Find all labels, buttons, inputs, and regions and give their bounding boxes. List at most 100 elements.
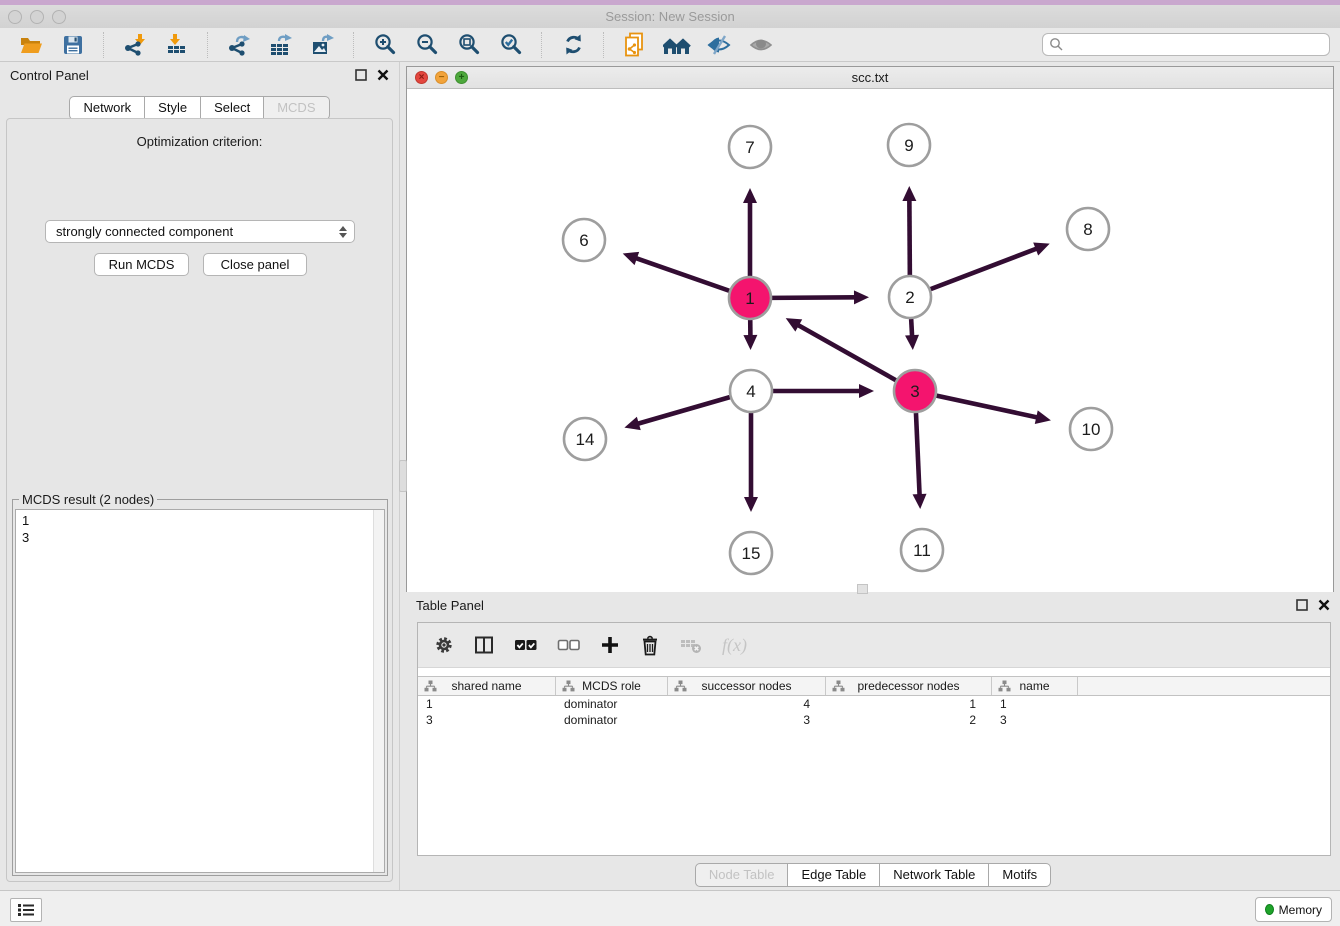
zoom-in-button[interactable] <box>369 30 401 60</box>
tab-select[interactable]: Select <box>201 96 264 120</box>
app-title: Session: New Session <box>0 9 1340 24</box>
graph-node-4[interactable]: 4 <box>730 370 772 412</box>
graph-node-11[interactable]: 11 <box>901 529 943 571</box>
graph-node-6[interactable]: 6 <box>563 219 605 261</box>
save-session-button[interactable] <box>57 30 89 60</box>
tab-mcds[interactable]: MCDS <box>264 96 329 120</box>
select-all-button[interactable] <box>514 638 537 652</box>
svg-text:15: 15 <box>742 544 761 563</box>
network-graph[interactable]: 7 9 6 8 1 2 4 3 14 10 15 11 <box>407 89 1333 592</box>
hide-graphics-details-button[interactable] <box>703 30 735 60</box>
open-session-button[interactable] <box>15 30 47 60</box>
close-table-panel-icon[interactable] <box>1318 599 1330 611</box>
graph-node-3[interactable]: 3 <box>894 370 936 412</box>
tab-edge-table[interactable]: Edge Table <box>788 863 880 887</box>
graph-node-2[interactable]: 2 <box>889 276 931 318</box>
column-label: successor nodes <box>701 679 791 693</box>
tab-network[interactable]: Network <box>69 96 145 120</box>
split-panel-button[interactable] <box>474 635 494 655</box>
export-network-icon <box>227 33 251 57</box>
zoom-out-button[interactable] <box>411 30 443 60</box>
import-table-button[interactable] <box>161 30 193 60</box>
panel-splitter-handle[interactable] <box>399 460 407 492</box>
graph-edge-3-10[interactable] <box>937 396 1039 418</box>
column-header-MCDS-role[interactable]: MCDS role <box>556 677 668 695</box>
tab-motifs[interactable]: Motifs <box>989 863 1051 887</box>
network-view-frame: × − + scc.txt 7 9 6 8 1 2 4 3 14 10 15 11 <box>406 66 1334 592</box>
import-network-button[interactable] <box>119 30 151 60</box>
column-header-shared-name[interactable]: shared name <box>418 677 556 695</box>
delete-table-icon <box>680 636 702 654</box>
graph-node-15[interactable]: 15 <box>730 532 772 574</box>
graph-edge-4-14[interactable] <box>637 397 730 424</box>
select-all-checkboxes-icon <box>514 638 537 652</box>
graph-node-9[interactable]: 9 <box>888 124 930 166</box>
graph-edge-2-3[interactable] <box>911 319 912 337</box>
toolbar-divider <box>353 32 355 58</box>
node-table: shared name MCDS role successor nodes pr… <box>418 676 1330 728</box>
network-canvas[interactable]: 7 9 6 8 1 2 4 3 14 10 15 11 <box>407 89 1333 592</box>
function-builder-button[interactable]: f(x) <box>722 635 747 656</box>
deselect-all-button[interactable] <box>557 638 580 652</box>
cell-MCDS-role: dominator <box>556 713 668 727</box>
tab-node-table[interactable]: Node Table <box>695 863 789 887</box>
delete-table-button[interactable] <box>680 636 702 654</box>
edge-arrowhead <box>744 497 758 512</box>
table-row[interactable]: 3dominator323 <box>418 712 1330 728</box>
graph-node-7[interactable]: 7 <box>729 126 771 168</box>
result-scrollbar[interactable] <box>373 510 384 872</box>
graph-edge-3-1[interactable] <box>797 325 896 381</box>
table-splitter-handle[interactable] <box>857 584 868 594</box>
svg-text:14: 14 <box>576 430 595 449</box>
table-panel-header: Table Panel <box>406 592 1340 618</box>
graph-edge-2-9[interactable] <box>909 199 910 275</box>
split-panel-icon <box>474 635 494 655</box>
network-frame-titlebar[interactable]: × − + scc.txt <box>407 67 1333 89</box>
export-image-button[interactable] <box>307 30 339 60</box>
graph-edge-1-6[interactable] <box>635 258 729 291</box>
add-row-button[interactable] <box>600 635 620 655</box>
nested-networks-button[interactable] <box>661 30 693 60</box>
export-table-button[interactable] <box>265 30 297 60</box>
column-header-predecessor-nodes[interactable]: predecessor nodes <box>826 677 992 695</box>
run-mcds-button[interactable]: Run MCDS <box>94 253 189 276</box>
network-from-file-button[interactable] <box>619 30 651 60</box>
task-history-button[interactable] <box>10 898 42 922</box>
graph-node-10[interactable]: 10 <box>1070 408 1112 450</box>
graph-node-14[interactable]: 14 <box>564 418 606 460</box>
close-panel-button[interactable]: Close panel <box>203 253 307 276</box>
import-table-icon <box>165 33 189 57</box>
mcds-result-group: MCDS result (2 nodes) 1 3 <box>12 492 388 876</box>
table-panel-tabs: Node TableEdge TableNetwork TableMotifs <box>406 863 1340 887</box>
graph-node-8[interactable]: 8 <box>1067 208 1109 250</box>
graph-edge-2-8[interactable] <box>931 248 1038 289</box>
task-list-icon <box>17 903 35 917</box>
table-row[interactable]: 1dominator411 <box>418 696 1330 712</box>
app-titlebar: Session: New Session <box>0 5 1340 28</box>
apply-preferred-layout-button[interactable] <box>557 30 589 60</box>
graph-edge-3-11[interactable] <box>916 413 920 496</box>
zoom-selected-button[interactable] <box>495 30 527 60</box>
column-header-name[interactable]: name <box>992 677 1078 695</box>
table-settings-button[interactable] <box>434 635 454 655</box>
float-table-panel-icon[interactable] <box>1296 599 1308 611</box>
search-input[interactable] <box>1042 33 1330 56</box>
zoom-fit-button[interactable] <box>453 30 485 60</box>
show-graphics-details-button[interactable] <box>745 30 777 60</box>
column-label: shared name <box>451 679 521 693</box>
tab-network-table[interactable]: Network Table <box>880 863 989 887</box>
tab-style[interactable]: Style <box>145 96 201 120</box>
export-network-button[interactable] <box>223 30 255 60</box>
float-panel-icon[interactable] <box>355 69 367 81</box>
column-header-successor-nodes[interactable]: successor nodes <box>668 677 826 695</box>
column-attribute-icon <box>674 680 687 692</box>
criterion-select[interactable]: strongly connected component <box>45 220 355 243</box>
control-panel-header: Control Panel <box>0 62 399 88</box>
delete-row-button[interactable] <box>640 635 660 656</box>
mcds-result-box[interactable]: 1 3 <box>15 509 385 873</box>
control-panel-tabs: NetworkStyleSelectMCDS <box>0 96 399 120</box>
graph-edge-1-2[interactable] <box>772 297 856 298</box>
graph-node-1[interactable]: 1 <box>729 277 771 319</box>
close-panel-icon[interactable] <box>377 69 389 81</box>
memory-button[interactable]: Memory <box>1255 897 1332 922</box>
